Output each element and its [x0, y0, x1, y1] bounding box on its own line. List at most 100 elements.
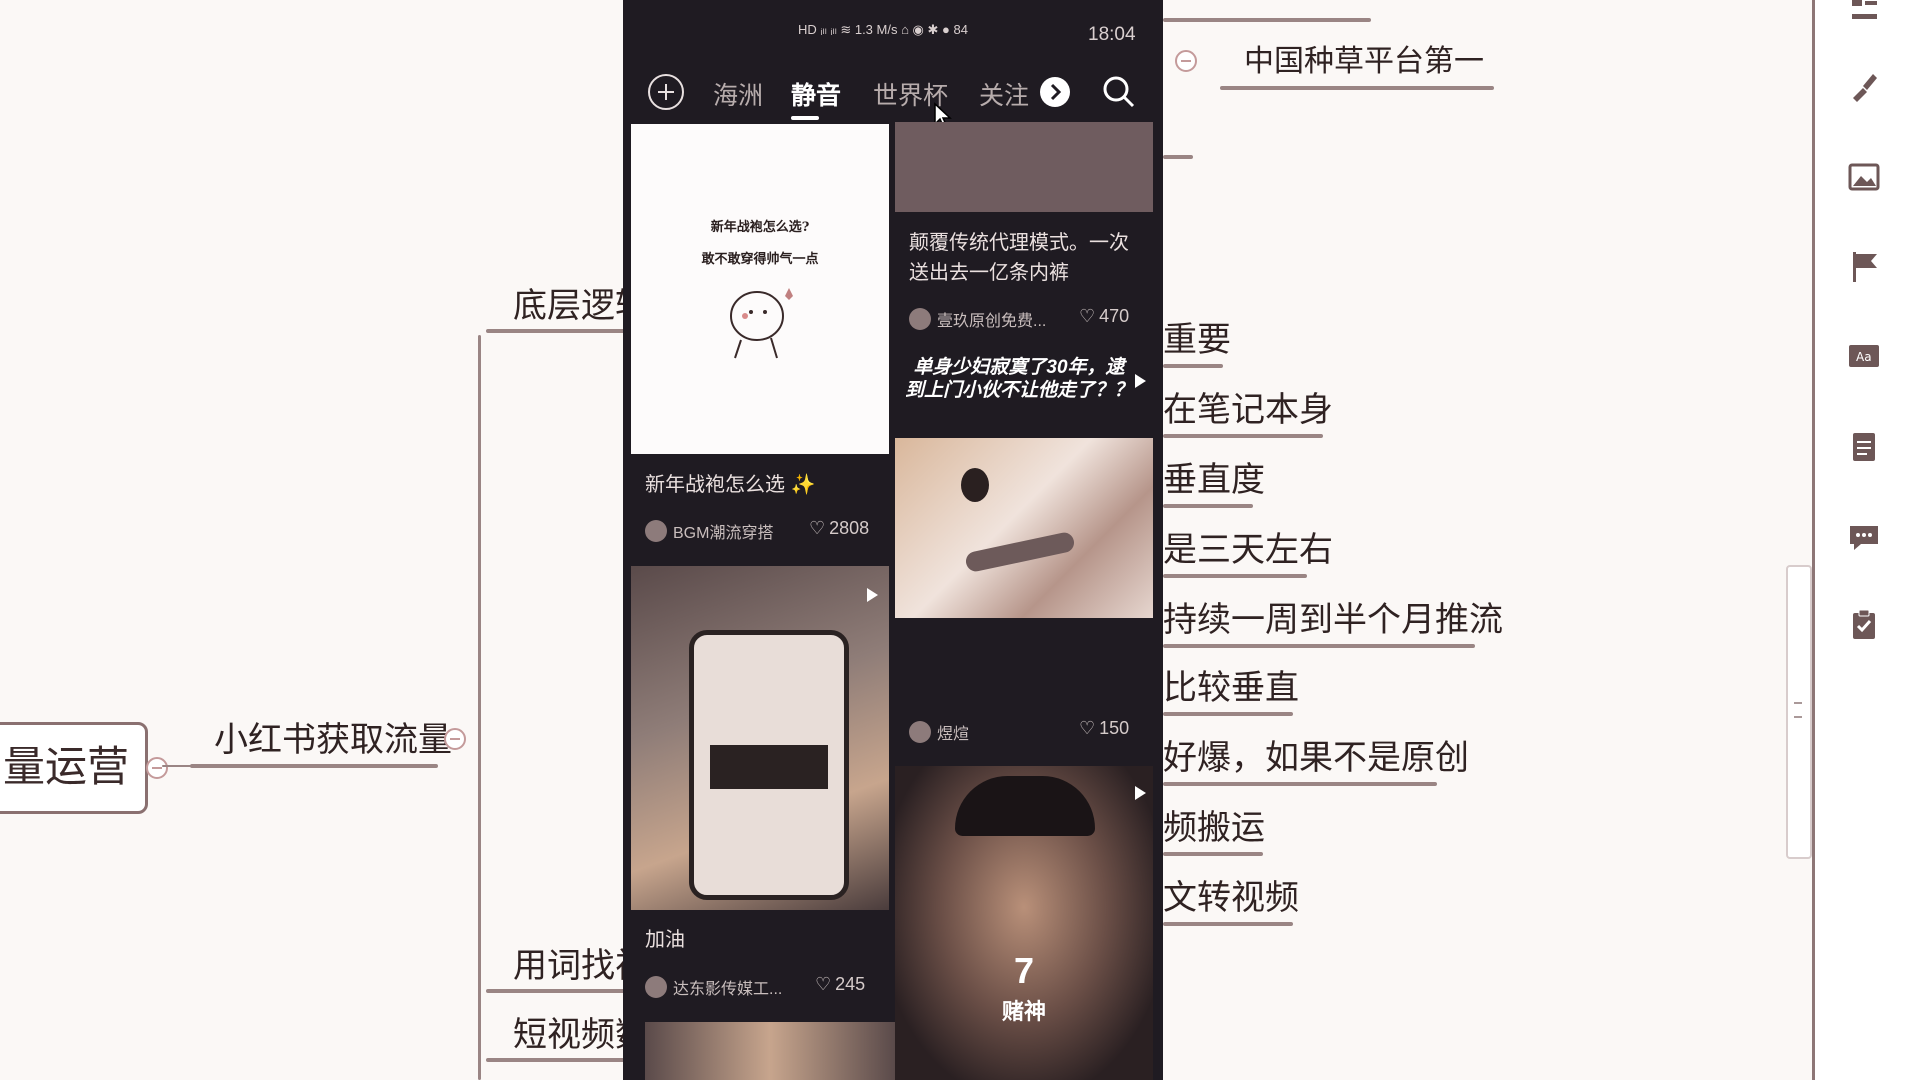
scrollbar-grip[interactable]: [1794, 702, 1802, 718]
video-play-icon: [867, 588, 878, 602]
node-underline: [1163, 18, 1371, 22]
node-chuizhidu[interactable]: 垂直度: [1163, 460, 1265, 500]
text-style-icon[interactable]: Aa: [1845, 338, 1883, 376]
like-number: 2808: [829, 518, 870, 538]
search-icon[interactable]: [1101, 74, 1137, 115]
avatar: [645, 520, 667, 542]
like-count[interactable]: ♡ 245: [815, 974, 865, 995]
task-icon[interactable]: [1845, 606, 1883, 644]
heart-icon: ♡: [1079, 306, 1096, 326]
node-underline: [486, 1058, 626, 1062]
node-underline: [486, 329, 626, 333]
like-number: 150: [1099, 718, 1130, 738]
node-tuiliu[interactable]: 持续一周到半个月推流: [1163, 600, 1503, 640]
node-underline: [1163, 782, 1437, 786]
photo-banner: [710, 745, 828, 789]
status-bar: HD ᵢₗₗ ᵢₗₗ ≋ 1.3 M/s ⌂ ◉ ✱ ● 84 18:04: [623, 0, 1163, 60]
avatar: [645, 976, 667, 998]
node-bijiaochuizhi[interactable]: 比较垂直: [1163, 668, 1299, 708]
video-thumbnail: [895, 438, 1153, 618]
note-author[interactable]: 煜煊: [909, 720, 969, 744]
like-count[interactable]: ♡ 150: [1079, 718, 1129, 739]
like-count[interactable]: ♡ 470: [1079, 306, 1129, 327]
note-title[interactable]: 加油: [645, 925, 685, 955]
node-haobao[interactable]: 好爆，如果不是原创: [1163, 738, 1469, 778]
heart-icon: ♡: [815, 974, 832, 994]
note-author[interactable]: 达东影传媒工...: [645, 975, 782, 999]
avatar: [909, 308, 931, 330]
node-underline: [1163, 712, 1293, 716]
status-time: 18:04: [1088, 24, 1136, 45]
video-play-icon: [1135, 374, 1146, 388]
node-underline: [1163, 574, 1307, 578]
comment-icon[interactable]: [1845, 518, 1883, 556]
image-icon[interactable]: [1845, 158, 1883, 196]
video-overlay-text: 单身少妇寂寞了30年，逮到上门小伙不让他走了？？: [905, 357, 1134, 401]
brush-icon[interactable]: [1845, 68, 1883, 106]
node-zhongyao[interactable]: 重要: [1163, 320, 1231, 360]
branch-underline: [190, 764, 438, 768]
author-name: 煜煊: [937, 726, 970, 743]
note-title[interactable]: 新年战袍怎么选 ✨: [645, 470, 885, 500]
root-node-label: 量运营: [3, 743, 130, 790]
node-underline: [1163, 504, 1253, 508]
node-underline: [1163, 434, 1323, 438]
person-hair: [955, 776, 1095, 836]
note-author[interactable]: 壹玖原创免费...: [909, 307, 1046, 331]
collapse-toggle[interactable]: [444, 728, 466, 750]
node-bijiben[interactable]: 在笔记本身: [1163, 390, 1333, 430]
node-underline: [486, 989, 626, 993]
note-card-image[interactable]: [631, 566, 889, 910]
tab-jingyin[interactable]: 静音: [791, 76, 841, 112]
author-name: 达东影传媒工...: [673, 981, 783, 998]
connector-line: [162, 765, 192, 767]
more-tabs-icon[interactable]: [1040, 77, 1070, 107]
svg-text:Aa: Aa: [1856, 350, 1872, 364]
author-name: BGM潮流穿搭: [673, 525, 774, 542]
video-play-icon: [1135, 786, 1146, 800]
phone-screen: HD ᵢₗₗ ᵢₗₗ ≋ 1.3 M/s ⌂ ◉ ✱ ● 84 18:04 海洲…: [623, 0, 1163, 1080]
node-underline: [1163, 644, 1475, 648]
node-zhuanshipin[interactable]: 文转视频: [1163, 878, 1299, 918]
note-card-image[interactable]: [895, 122, 1153, 212]
branch-node-xiaohongshu[interactable]: 小红书获取流量: [214, 720, 452, 760]
video-card[interactable]: 7 赌神: [895, 766, 1153, 1080]
note-card-image[interactable]: 新年战袍怎么选? 敢不敢穿得帅气一点: [631, 124, 889, 454]
card-image-text: 敢不敢穿得帅气一点: [701, 252, 819, 267]
node-banyun[interactable]: 频搬运: [1163, 808, 1265, 848]
node-santian[interactable]: 是三天左右: [1163, 530, 1333, 570]
add-icon[interactable]: [648, 74, 684, 110]
outline-icon[interactable]: [1845, 0, 1883, 30]
collapse-toggle[interactable]: [146, 757, 168, 779]
heart-icon: ♡: [809, 518, 826, 538]
avatar: [909, 721, 931, 743]
video-card[interactable]: 单身少妇寂寞了30年，逮到上门小伙不让他走了？？: [895, 350, 1153, 618]
status-icons: HD ᵢₗₗ ᵢₗₗ ≋ 1.3 M/s ⌂ ◉ ✱ ● 84: [798, 22, 968, 37]
like-number: 245: [835, 974, 866, 994]
tab-guanzhu[interactable]: 关注: [979, 76, 1031, 112]
collapse-toggle[interactable]: [1175, 50, 1197, 72]
right-toolbar: Aa: [1812, 0, 1910, 1080]
phone-photo: [689, 630, 849, 900]
cartoon-illustration: [730, 288, 793, 359]
like-count[interactable]: ♡ 2808: [809, 518, 869, 539]
tab-haizhou[interactable]: 海洲: [713, 76, 763, 112]
node-underline: [1163, 922, 1293, 926]
top-nav: 海洲 静音 世界杯 关注: [623, 66, 1163, 129]
node-underline: [1163, 852, 1263, 856]
node-underline: [1220, 86, 1494, 90]
author-name: 壹玖原创免费...: [937, 313, 1047, 330]
canvas-scrollbar[interactable]: [1786, 565, 1812, 859]
document-icon[interactable]: [1845, 428, 1883, 466]
video-overlay-number: 7: [1013, 950, 1035, 991]
note-author[interactable]: BGM潮流穿搭: [645, 519, 773, 543]
like-number: 470: [1099, 306, 1130, 326]
note-card-image[interactable]: [645, 1022, 895, 1080]
flag-icon[interactable]: [1845, 248, 1883, 286]
person-figure: [964, 530, 1076, 574]
person-figure: [961, 468, 989, 502]
root-node[interactable]: 量运营: [0, 722, 148, 814]
note-title[interactable]: 颠覆传统代理模式。一次送出去一亿条内裤: [909, 228, 1147, 288]
node-zhongcao[interactable]: 中国种草平台第一: [1244, 42, 1484, 82]
connector-line: [478, 335, 481, 1080]
